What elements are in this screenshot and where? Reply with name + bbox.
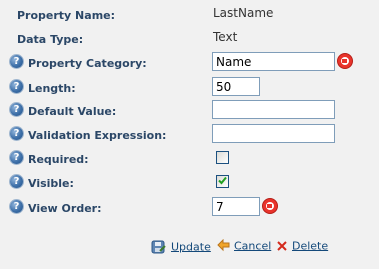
default-value-label: Default Value: bbox=[28, 105, 117, 118]
delete-label: Delete bbox=[292, 239, 329, 253]
back-arrow-icon bbox=[217, 239, 230, 252]
help-icon[interactable]: ? bbox=[10, 55, 23, 68]
property-category-input[interactable] bbox=[212, 52, 335, 71]
cancel-label: Cancel bbox=[234, 239, 272, 253]
visible-label: Visible: bbox=[28, 177, 74, 190]
length-label: Length: bbox=[28, 82, 76, 95]
delete-link[interactable]: Delete bbox=[276, 239, 328, 253]
visible-row: ? Visible: bbox=[0, 171, 379, 193]
help-icon[interactable]: ? bbox=[10, 151, 23, 164]
visible-checkbox[interactable] bbox=[216, 175, 229, 188]
property-name-row: Property Name: LastName bbox=[0, 4, 379, 26]
default-value-input[interactable] bbox=[212, 100, 335, 119]
view-order-input[interactable] bbox=[212, 197, 260, 216]
save-disk-icon bbox=[151, 240, 166, 254]
property-name-label: Property Name: bbox=[17, 9, 116, 22]
update-link[interactable]: Update bbox=[150, 239, 211, 255]
required-indicator-icon bbox=[338, 54, 352, 68]
checkmark-icon bbox=[218, 176, 227, 185]
data-type-row: Data Type: Text bbox=[0, 27, 379, 49]
data-type-value: Text bbox=[213, 30, 238, 44]
required-indicator-icon bbox=[263, 199, 277, 213]
default-value-row: ? Default Value: bbox=[0, 99, 379, 121]
required-label: Required: bbox=[28, 153, 89, 166]
view-order-row: ? View Order: bbox=[0, 196, 379, 218]
property-name-value: LastName bbox=[213, 6, 274, 20]
cancel-link[interactable]: Cancel bbox=[217, 239, 271, 253]
update-label: Update bbox=[171, 240, 211, 254]
validation-expression-input[interactable] bbox=[212, 124, 335, 143]
help-icon[interactable]: ? bbox=[10, 200, 23, 213]
action-bar: Update Cancel Delete bbox=[0, 238, 379, 258]
required-row: ? Required: bbox=[0, 147, 379, 169]
validation-expression-label: Validation Expression: bbox=[28, 129, 167, 142]
validation-expression-row: ? Validation Expression: bbox=[0, 123, 379, 145]
delete-x-icon bbox=[277, 241, 287, 251]
help-icon[interactable]: ? bbox=[10, 127, 23, 140]
length-input[interactable] bbox=[212, 77, 260, 96]
help-icon[interactable]: ? bbox=[10, 103, 23, 116]
required-checkbox[interactable] bbox=[216, 151, 229, 164]
property-category-label: Property Category: bbox=[28, 57, 147, 70]
data-type-label: Data Type: bbox=[17, 33, 84, 46]
property-editor-panel: Property Name: LastName Data Type: Text … bbox=[0, 0, 379, 269]
view-order-label: View Order: bbox=[28, 202, 102, 215]
length-row: ? Length: bbox=[0, 76, 379, 98]
help-icon[interactable]: ? bbox=[10, 80, 23, 93]
property-category-row: ? Property Category: bbox=[0, 52, 379, 74]
help-icon[interactable]: ? bbox=[10, 175, 23, 188]
